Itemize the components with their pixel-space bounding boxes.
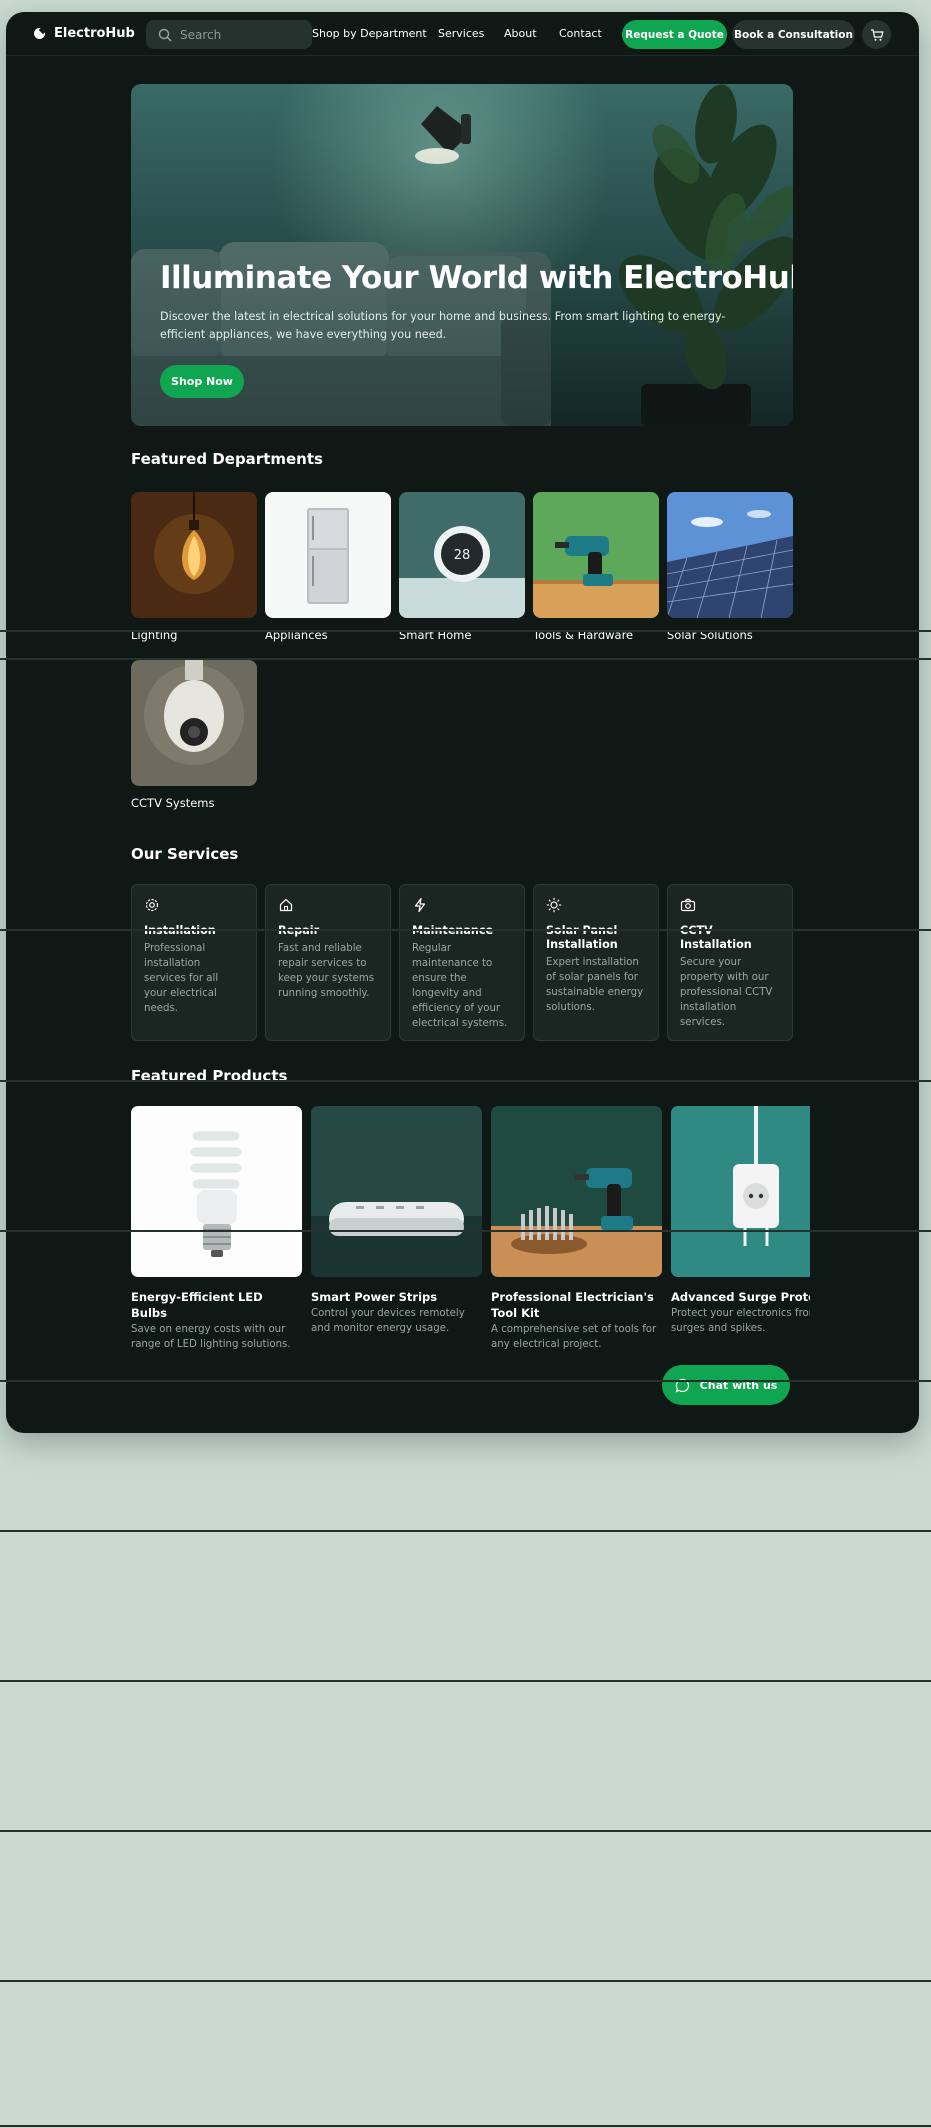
- divider-line: [0, 658, 931, 660]
- product-description: Protect your electronics from power surg…: [671, 1308, 810, 1334]
- product-description: A comprehensive set of tools for any ele…: [491, 1324, 657, 1350]
- cart-button[interactable]: [862, 20, 891, 49]
- chat-button[interactable]: Chat with us: [662, 1365, 790, 1405]
- product-card-power-strips[interactable]: Smart Power Strips Control your devices …: [311, 1106, 482, 1336]
- divider-line: [0, 2125, 931, 2127]
- divider-line: [0, 1980, 931, 1982]
- product-description: Save on energy costs with our range of L…: [131, 1324, 291, 1350]
- surge-protector-image: [671, 1106, 810, 1277]
- led-bulb-image: [131, 1106, 302, 1277]
- product-title: Professional Electrician's Tool Kit: [491, 1290, 654, 1320]
- divider-line: [0, 1530, 931, 1532]
- product-carousel: Energy-Efficient LED Bulbs Save on energ…: [6, 12, 810, 1433]
- product-title: Smart Power Strips: [311, 1290, 438, 1304]
- divider-line: [0, 1380, 931, 1382]
- cart-icon: [870, 28, 884, 41]
- product-card-led-bulbs[interactable]: Energy-Efficient LED Bulbs Save on energ…: [131, 1106, 302, 1352]
- divider-line: [0, 1080, 931, 1082]
- divider-line: [0, 1830, 931, 1832]
- tool-kit-image: [491, 1106, 662, 1277]
- product-title: Advanced Surge Protector: [671, 1290, 810, 1304]
- product-card-tool-kit[interactable]: Professional Electrician's Tool Kit A co…: [491, 1106, 662, 1352]
- power-strip-image: [311, 1106, 482, 1277]
- divider-line: [0, 929, 931, 931]
- page-frame: ElectroHub Shop by Department Services A…: [6, 12, 919, 1433]
- product-title: Energy-Efficient LED Bulbs: [131, 1290, 263, 1320]
- product-card-surge-protector[interactable]: Advanced Surge Protector Protect your el…: [671, 1106, 810, 1336]
- divider-line: [0, 630, 931, 632]
- divider-line: [0, 1680, 931, 1682]
- divider-line: [0, 1230, 931, 1232]
- product-description: Control your devices remotely and monito…: [311, 1308, 465, 1334]
